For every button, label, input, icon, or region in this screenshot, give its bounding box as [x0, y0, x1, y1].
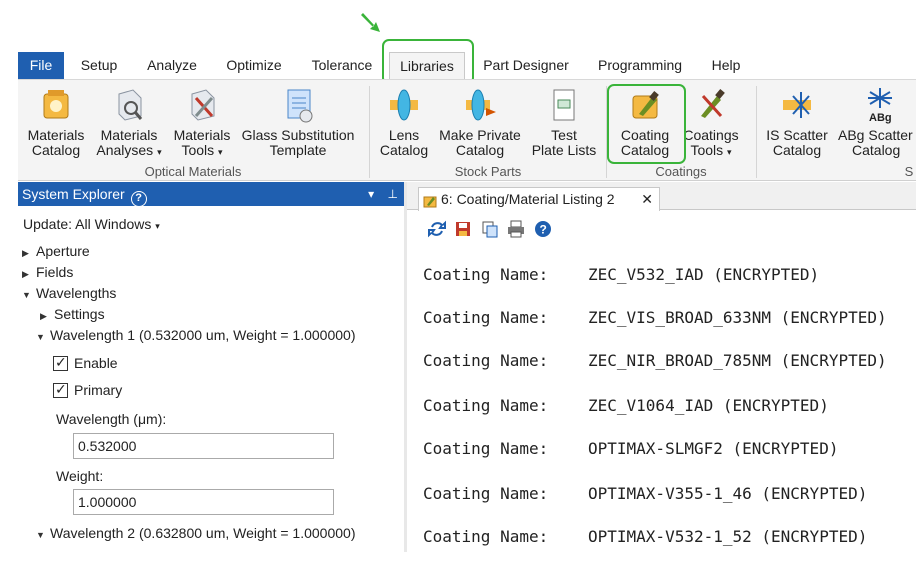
expand-arrow-icon[interactable]: ▶ — [40, 311, 54, 322]
coatings-tools-icon — [693, 86, 729, 124]
system-explorer-title: System Explorer — [22, 186, 125, 202]
group-label-optical-materials: Optical Materials — [144, 164, 242, 179]
abg-icon-text: ABg — [869, 112, 892, 124]
svg-text:?: ? — [539, 223, 546, 237]
panel-tools: ▾ ⊥ — [368, 182, 398, 206]
group-label-scatter: S — [904, 164, 914, 179]
tab-tolerance[interactable]: Tolerance — [307, 52, 377, 79]
coating-entry: Coating Name: ZEC_NIR_BROAD_785NM (ENCRYP… — [423, 351, 887, 370]
test-plate-lists-button[interactable]: Test Plate Lists — [526, 86, 602, 158]
collapse-arrow-icon[interactable]: ▼ — [36, 332, 50, 342]
materials-catalog-button[interactable]: Materials Catalog — [22, 86, 90, 158]
coatings-tools-button[interactable]: Coatings Tools ▾ — [678, 86, 744, 160]
help-icon[interactable]: ? — [534, 220, 552, 238]
make-private-catalog-button[interactable]: Make Private Catalog — [438, 86, 522, 158]
expand-arrow-icon[interactable]: ▶ — [22, 248, 36, 259]
lens-catalog-icon — [386, 86, 422, 124]
materials-catalog-icon — [38, 86, 74, 124]
dropdown-caret-icon: ▾ — [155, 221, 160, 231]
group-label-stock-parts: Stock Parts — [454, 164, 522, 179]
coating-entry: Coating Name: ZEC_V1064_IAD (ENCRYPTED) — [423, 396, 829, 415]
annotation-arrow-icon — [358, 10, 384, 36]
group-separator — [369, 86, 370, 178]
checkbox-checked-icon[interactable] — [53, 381, 68, 398]
help-icon[interactable]: ? — [130, 191, 147, 207]
wavelength-label: Wavelength (μm): — [56, 411, 167, 427]
tree-item-wavelength-2[interactable]: ▼ Wavelength 2 (0.632800 um, Weight = 1.0… — [36, 525, 355, 541]
abg-scatter-catalog-button[interactable]: ABg ABg Scatter Catalog — [834, 86, 916, 158]
tab-part-designer[interactable]: Part Designer — [476, 52, 576, 79]
materials-analyses-button[interactable]: Materials Analyses ▾ — [94, 86, 164, 160]
tab-analyze[interactable]: Analyze — [142, 52, 202, 79]
panel-dropdown-icon[interactable]: ▾ — [368, 187, 374, 201]
test-plate-lists-icon — [546, 86, 582, 124]
print-icon[interactable] — [507, 220, 525, 238]
tree-item-settings[interactable]: ▶ Settings — [40, 306, 105, 322]
document-tab[interactable]: 6: Coating/Material Listing 2 ✕ — [418, 187, 660, 211]
coating-entry: Coating Name: OPTIMAX-V532-1_52 (ENCRYPTE… — [423, 527, 868, 546]
wavelength-field[interactable]: 0.532000 — [73, 433, 334, 459]
tab-optimize[interactable]: Optimize — [221, 52, 287, 79]
is-scatter-icon — [779, 86, 815, 124]
glass-substitution-icon — [280, 86, 316, 124]
is-scatter-catalog-button[interactable]: IS Scatter Catalog — [764, 86, 830, 158]
dropdown-caret-icon: ▾ — [157, 147, 162, 157]
copy-icon[interactable] — [481, 220, 499, 238]
ribbon: Materials Catalog Materials Analyses ▾ M… — [18, 79, 916, 181]
make-private-catalog-icon — [462, 86, 498, 124]
coating-entry: Coating Name: OPTIMAX-SLMGF2 (ENCRYPTED) — [423, 439, 839, 458]
enable-checkbox[interactable]: Enable — [53, 354, 118, 371]
primary-checkbox[interactable]: Primary — [53, 381, 122, 398]
collapse-arrow-icon[interactable]: ▼ — [22, 290, 36, 300]
weight-field[interactable]: 1.000000 — [73, 489, 334, 515]
coating-catalog-highlight — [607, 84, 686, 164]
tree-item-wavelengths[interactable]: ▼ Wavelengths — [22, 285, 116, 301]
save-icon[interactable] — [454, 220, 472, 238]
coating-listing-icon — [423, 192, 437, 208]
update-dropdown[interactable]: Update: All Windows ▾ — [23, 216, 160, 232]
collapse-arrow-icon[interactable]: ▼ — [36, 530, 50, 540]
materials-tools-icon — [184, 86, 220, 124]
materials-tools-button[interactable]: Materials Tools ▾ — [168, 86, 236, 160]
lens-catalog-button[interactable]: Lens Catalog — [376, 86, 432, 158]
refresh-icon[interactable] — [428, 220, 446, 238]
checkbox-checked-icon[interactable] — [53, 354, 68, 371]
group-label-coatings: Coatings — [655, 164, 707, 179]
coating-entry: Coating Name: ZEC_V532_IAD (ENCRYPTED) — [423, 265, 820, 284]
tree-item-fields[interactable]: ▶ Fields — [22, 264, 73, 280]
close-icon[interactable]: ✕ — [641, 188, 653, 210]
coating-entry: Coating Name: OPTIMAX-V355-1_46 (ENCRYPTE… — [423, 484, 868, 503]
tree-item-wavelength-1[interactable]: ▼ Wavelength 1 (0.532000 um, Weight = 1.0… — [36, 327, 355, 343]
coating-entry: Coating Name: ZEC_VIS_BROAD_633NM (ENCRYP… — [423, 308, 887, 327]
pin-icon[interactable]: ⊥ — [388, 187, 398, 201]
glass-substitution-template-button[interactable]: Glass Substitution Template — [240, 86, 356, 158]
system-explorer-header: System Explorer ? ▾ ⊥ — [18, 182, 404, 207]
materials-analyses-icon — [111, 86, 147, 124]
dropdown-caret-icon: ▾ — [218, 147, 223, 157]
weight-label: Weight: — [56, 468, 104, 484]
tab-programming[interactable]: Programming — [592, 52, 688, 79]
tab-setup[interactable]: Setup — [74, 52, 124, 79]
abg-scatter-icon: ABg — [862, 86, 898, 124]
tab-file[interactable]: File — [18, 52, 64, 79]
document-toolbar: ? — [428, 220, 556, 242]
dropdown-caret-icon: ▾ — [727, 147, 732, 157]
group-separator — [756, 86, 757, 178]
expand-arrow-icon[interactable]: ▶ — [22, 269, 36, 280]
tab-help[interactable]: Help — [704, 52, 748, 79]
tree-item-aperture[interactable]: ▶ Aperture — [22, 243, 90, 259]
